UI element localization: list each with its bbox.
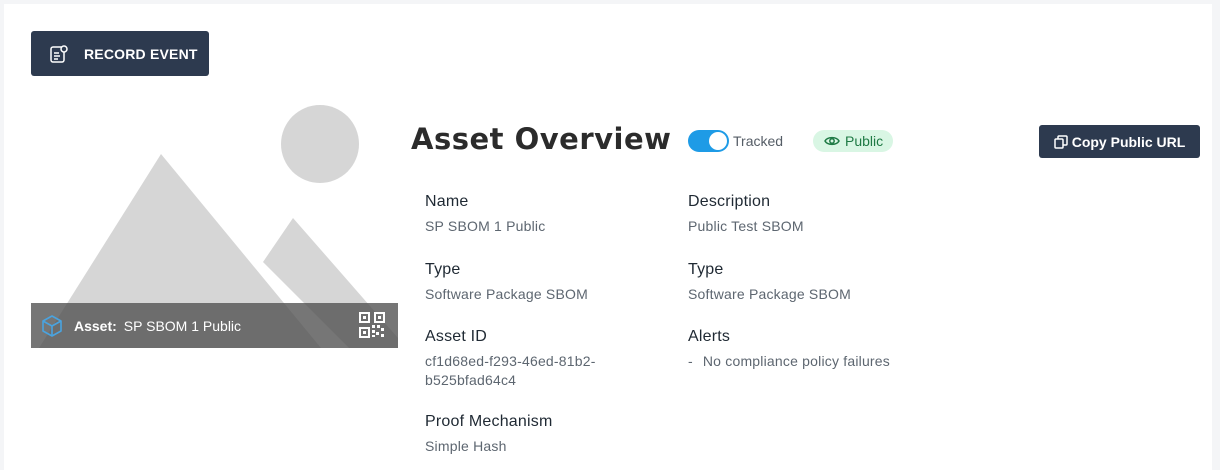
field-asset-id: Asset ID cf1d68ed-f293-46ed-81b2- b525bf… [425,328,596,390]
record-event-button[interactable]: RECORD EVENT [31,31,209,76]
field-proof-mechanism: Proof Mechanism Simple Hash [425,413,553,456]
field-label: Description [688,193,771,210]
toggle-knob [709,132,727,150]
field-value: Public Test SBOM [688,218,804,234]
asset-image-placeholder: Asset: SP SBOM 1 Public [31,100,398,348]
alert-text: No compliance policy failures [702,353,890,369]
field-value: Software Package SBOM [688,286,851,302]
record-event-label: RECORD EVENT [84,45,198,62]
public-badge: Public [813,130,894,152]
field-name: Name SP SBOM 1 Public [425,193,545,236]
list-bullet: - [688,353,693,369]
record-event-icon [49,44,69,64]
field-type: Type Software Package SBOM [425,261,588,304]
copy-public-url-label: Copy Public URL [1071,133,1186,150]
alerts-list-item: - No compliance policy failures [688,352,890,371]
asset-name-bar: Asset: SP SBOM 1 Public [31,303,398,348]
tracked-toggle[interactable] [688,130,729,152]
field-value: Software Package SBOM [425,286,588,302]
field-label: Alerts [688,328,731,345]
public-label: Public [845,133,884,149]
field-type-secondary: Type Software Package SBOM [688,261,851,304]
field-value-line2: b525bfad64c4 [425,372,517,388]
page-title: Asset Overview [411,122,672,156]
field-alerts: Alerts - No compliance policy failures [688,328,890,371]
field-label: Asset ID [425,328,488,345]
copy-public-url-button[interactable]: Copy Public URL [1039,125,1200,158]
tracked-label: Tracked [733,133,784,149]
field-label: Name [425,193,469,210]
field-value-line1: cf1d68ed-f293-46ed-81b2- [425,353,596,369]
qr-code-icon[interactable] [359,312,385,338]
field-value: SP SBOM 1 Public [425,218,546,234]
eye-icon [824,135,840,147]
field-value: Simple Hash [425,438,507,454]
field-label: Type [425,261,461,278]
copy-icon [1053,134,1068,149]
cube-icon [40,314,64,338]
field-label: Type [688,261,724,278]
field-description: Description Public Test SBOM [688,193,804,236]
field-label: Proof Mechanism [425,413,553,430]
asset-prefix-label: Asset: [74,317,117,334]
asset-name: SP SBOM 1 Public [123,317,242,334]
